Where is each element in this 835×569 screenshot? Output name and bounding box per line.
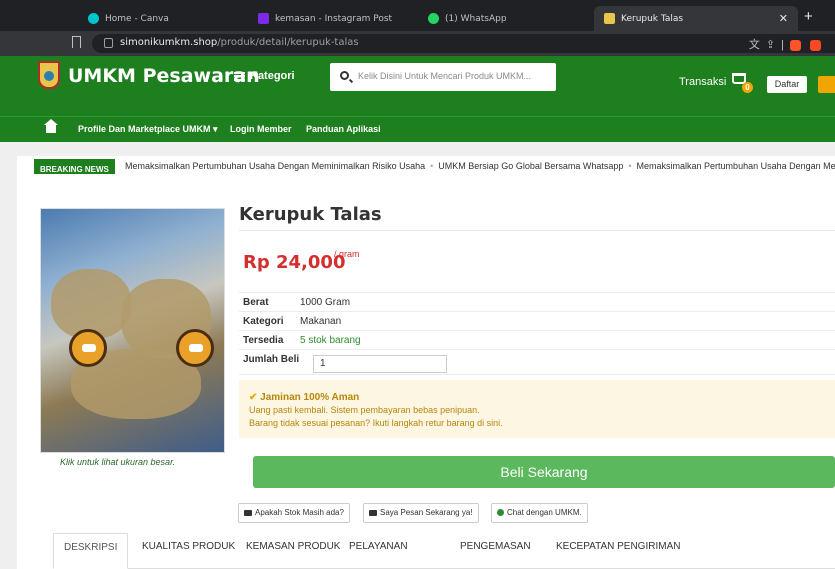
url-path: /produk/detail/kerupuk-talas [217, 37, 359, 48]
guarantee-box: ✔ Jaminan 100% Aman Uang pasti kembali. … [239, 380, 835, 438]
spec-value: Makanan [300, 316, 342, 327]
news-link[interactable]: UMKM Bersiap Go Global Bersama Whatsapp [438, 161, 623, 171]
price-unit: / gram [334, 249, 360, 259]
address-bar-row: simonikumkm.shop/produk/detail/kerupuk-t… [0, 31, 835, 56]
spec-label: Tersedia [243, 335, 284, 346]
product-specs: Berat 1000 Gram Kategori Makanan Tersedi… [239, 292, 835, 375]
news-link[interactable]: Memaksimalkan Pertumbuhan Usaha Dengan M… [637, 161, 835, 171]
toolbar-icons: 文⇪| [749, 36, 821, 52]
spec-label: Kategori [243, 316, 284, 327]
browser-tab-instagram[interactable]: kemasan - Instagram Post [248, 6, 418, 31]
buy-now-button[interactable]: Beli Sekarang [253, 456, 835, 488]
quantity-label: Jumlah Beli [243, 354, 300, 365]
product-tabs: DESKRIPSI KUALITAS PRODUK KEMASAN PRODUK… [53, 533, 835, 569]
kategori-label: Kategori [250, 70, 295, 82]
search-icon[interactable] [340, 71, 349, 80]
product-sticker [69, 329, 107, 367]
url-text[interactable]: simonikumkm.shop/produk/detail/kerupuk-t… [120, 37, 359, 48]
bookmark-icon[interactable] [72, 36, 81, 48]
ticker-separator: • [430, 161, 434, 171]
site-favicon-icon [604, 13, 615, 24]
product-title: Kerupuk Talas [239, 204, 382, 225]
chat-bubble-icon [369, 509, 377, 516]
tab-title: Home - Canva [105, 13, 169, 24]
whatsapp-icon [428, 13, 439, 24]
cart-count-badge: 0 [742, 82, 753, 93]
guarantee-title-text: Jaminan 100% Aman [260, 392, 360, 403]
product-sticker [176, 329, 214, 367]
brave-shield-icon[interactable] [789, 39, 801, 51]
spec-row: Tersedia 5 stok barang [239, 330, 835, 349]
pesawaran-logo-icon[interactable] [38, 61, 60, 89]
canva-design-icon [258, 13, 269, 24]
news-link[interactable]: Memaksimalkan Pertumbuhan Usaha Dengan M… [125, 161, 425, 171]
brave-rewards-icon[interactable] [810, 39, 821, 51]
translate-icon[interactable]: 文 [749, 39, 766, 51]
home-icon[interactable] [44, 119, 58, 133]
brand-name[interactable]: UMKM Pesawaran [68, 65, 260, 87]
spec-row: Kategori Makanan [239, 311, 835, 330]
chip-label: Saya Pesan Sekarang ya! [380, 508, 473, 517]
product-image[interactable] [40, 208, 225, 453]
divider [239, 230, 835, 231]
nav-profile-marketplace[interactable]: Profile Dan Marketplace UMKM ▾ [78, 124, 218, 135]
daftar-button[interactable]: Daftar [767, 76, 807, 93]
search-placeholder: Kelik Disini Untuk Mencari Produk UMKM..… [358, 71, 532, 81]
chip-label: Apakah Stok Masih ada? [255, 508, 344, 517]
browser-tab-strip: Home - Canva kemasan - Instagram Post (1… [0, 0, 835, 31]
search-input[interactable]: Kelik Disini Untuk Mencari Produk UMKM..… [330, 63, 556, 91]
chat-umkm-button[interactable]: Chat dengan UMKM. [491, 503, 588, 523]
canva-icon [88, 13, 99, 24]
breaking-news-ticker: Memaksimalkan Pertumbuhan Usaha Dengan M… [125, 161, 835, 171]
spec-row: Berat 1000 Gram [239, 292, 835, 311]
check-icon: ✔ [249, 392, 258, 403]
product-price: Rp 24,000 [243, 252, 346, 273]
ask-stock-button[interactable]: Apakah Stok Masih ada? [238, 503, 350, 523]
tab-kemasan-produk[interactable]: KEMASAN PRODUK [246, 541, 340, 552]
tab-kualitas-produk[interactable]: KUALITAS PRODUK [142, 541, 235, 552]
quantity-row: Jumlah Beli 1 [239, 349, 835, 375]
address-bar[interactable]: simonikumkm.shop/produk/detail/kerupuk-t… [92, 34, 835, 53]
tab-pengemasan[interactable]: PENGEMASAN [460, 541, 531, 552]
nav-panduan-aplikasi[interactable]: Panduan Aplikasi [306, 124, 381, 134]
spec-value: 5 stok barang [300, 335, 361, 346]
lock-icon[interactable] [104, 38, 113, 48]
login-button[interactable] [818, 76, 835, 93]
spec-value: 1000 Gram [300, 297, 351, 308]
menu-list-icon [234, 71, 245, 81]
image-caption[interactable]: Klik untuk lihat ukuran besar. [60, 457, 175, 467]
order-now-button[interactable]: Saya Pesan Sekarang ya! [363, 503, 479, 523]
quantity-input[interactable]: 1 [313, 355, 447, 373]
guarantee-title: ✔ Jaminan 100% Aman [249, 392, 359, 403]
tab-title: (1) WhatsApp [445, 13, 507, 24]
tab-title: kemasan - Instagram Post [275, 13, 393, 24]
nav-login-member[interactable]: Login Member [230, 124, 292, 134]
chat-bubble-icon [244, 509, 252, 516]
browser-tab-whatsapp[interactable]: (1) WhatsApp [418, 6, 588, 31]
guarantee-line[interactable]: Barang tidak sesuai pesanan? Ikuti langk… [249, 418, 503, 428]
browser-tab-canva[interactable]: Home - Canva [78, 6, 248, 31]
spec-label: Berat [243, 297, 269, 308]
main-nav: Profile Dan Marketplace UMKM ▾ Login Mem… [0, 116, 835, 142]
new-tab-icon[interactable]: + [804, 8, 813, 25]
browser-tab-kerupuk-talas[interactable]: Kerupuk Talas ✕ [594, 6, 798, 31]
ticker-separator: • [628, 161, 632, 171]
tab-deskripsi[interactable]: DESKRIPSI [53, 533, 129, 569]
url-host: simonikumkm.shop [120, 37, 218, 48]
transaksi-link[interactable]: Transaksi [679, 76, 726, 88]
tab-title: Kerupuk Talas [621, 13, 684, 24]
separator-icon: | [781, 39, 790, 51]
close-tab-icon[interactable]: ✕ [779, 12, 788, 25]
share-icon[interactable]: ⇪ [766, 39, 781, 51]
tab-kecepatan-pengiriman[interactable]: KECEPATAN PENGIRIMAN [556, 541, 680, 552]
chip-label: Chat dengan UMKM. [507, 508, 582, 517]
kategori-button[interactable]: Kategori [234, 70, 295, 82]
whatsapp-icon [497, 509, 504, 517]
guarantee-line: Uang pasti kembali. Sistem pembayaran be… [249, 405, 480, 415]
tab-pelayanan[interactable]: PELAYANAN [349, 541, 408, 552]
site-header: UMKM Pesawaran Kategori Kelik Disini Unt… [0, 56, 835, 116]
